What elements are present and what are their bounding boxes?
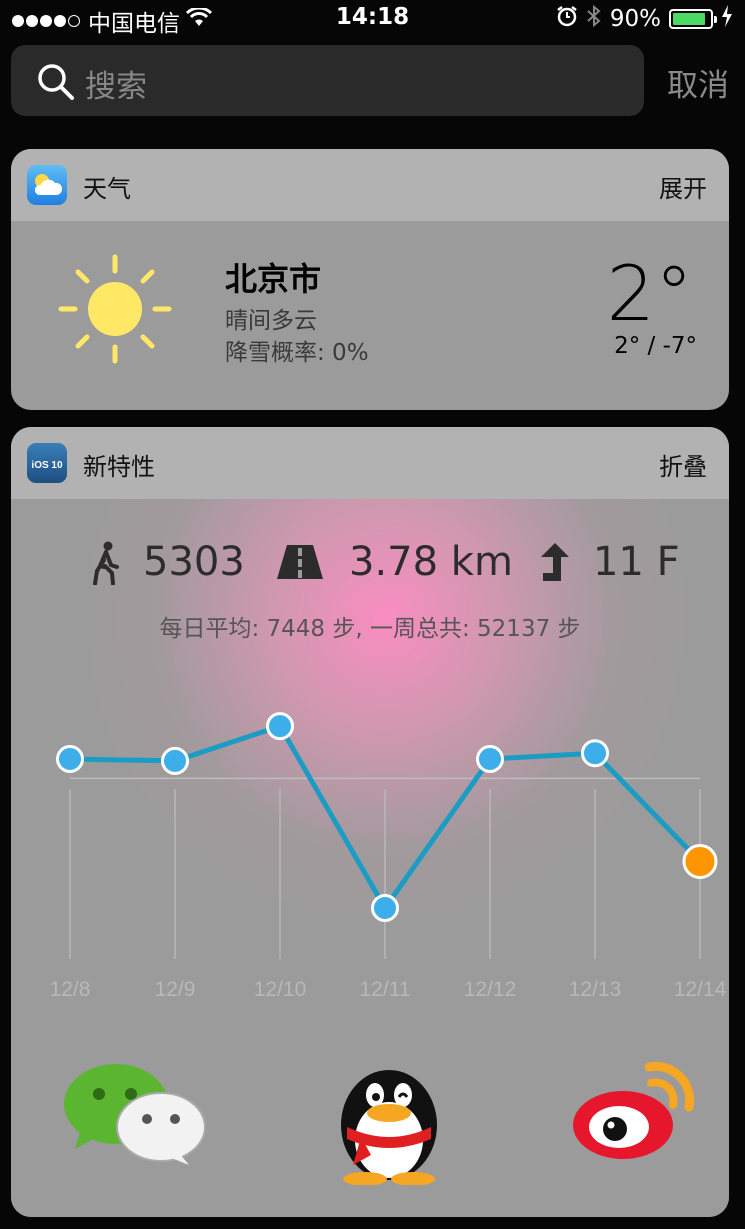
expand-button[interactable]: 展开: [659, 169, 707, 204]
walking-icon: [91, 541, 121, 589]
status-bar: 中国电信 14:18 90%: [0, 0, 745, 37]
chart-point: [476, 745, 504, 773]
search-bar[interactable]: 搜索: [11, 45, 644, 116]
features-widget-title: 新特性: [83, 453, 155, 481]
battery-percent: 90%: [609, 6, 661, 32]
alarm-icon: [556, 5, 578, 33]
chart-x-tick-label: 12/9: [155, 978, 196, 1001]
weibo-icon[interactable]: [571, 1059, 701, 1173]
wechat-icon[interactable]: [61, 1059, 211, 1173]
collapse-button[interactable]: 折叠: [659, 447, 707, 482]
distance-value: 3.78 km: [349, 539, 513, 585]
search-placeholder: 搜索: [85, 69, 147, 105]
stairs-arrow-icon: [541, 543, 569, 585]
cancel-button[interactable]: 取消: [667, 60, 729, 105]
steps-value: 5303: [143, 539, 245, 585]
app-shortcuts: [11, 1059, 729, 1189]
weather-widget[interactable]: 天气 展开 北京市 晴间多云 降雪概率: 0% 2° 2° / -7°: [11, 149, 729, 410]
weather-condition: 晴间多云: [225, 308, 317, 334]
chart-x-tick-label: 12/14: [674, 978, 727, 1001]
features-body[interactable]: 5303 3.78 km 11 F 每日平均: 7448 步, 一周总共: 52…: [11, 499, 729, 1217]
city-name: 北京市: [225, 260, 322, 298]
weather-app-icon: [27, 165, 67, 205]
current-temperature: 2°: [606, 249, 693, 338]
qq-icon[interactable]: [329, 1055, 449, 1189]
weather-widget-title: 天气: [83, 175, 131, 203]
sun-icon: [53, 251, 173, 375]
bluetooth-icon: [586, 4, 602, 34]
weather-body[interactable]: 北京市 晴间多云 降雪概率: 0% 2° 2° / -7°: [11, 221, 729, 410]
ios10-icon-text: iOS 10: [31, 460, 63, 471]
chart-x-tick-label: 12/13: [569, 978, 622, 1001]
chart-point: [371, 894, 399, 923]
charging-icon: [721, 5, 733, 33]
snow-chance: 降雪概率: 0%: [225, 340, 369, 366]
chart-x-tick-label: 12/11: [360, 978, 411, 1001]
chart-point: [266, 712, 294, 741]
status-right: 90%: [556, 4, 733, 34]
chart-point: [56, 745, 84, 773]
floors-value: 11 F: [593, 539, 680, 585]
weather-widget-header: 天气 展开: [11, 149, 729, 221]
temperature-range: 2° / -7°: [614, 333, 697, 359]
ios10-app-icon: iOS 10: [27, 443, 67, 483]
steps-summary: 每日平均: 7448 步, 一周总共: 52137 步: [159, 616, 581, 642]
chart-x-tick-label: 12/8: [50, 978, 91, 1001]
search-icon: [37, 63, 75, 105]
chart-x-tick-label: 12/12: [464, 978, 517, 1001]
battery-icon: [669, 9, 717, 29]
road-icon: [277, 545, 323, 583]
chart-point-highlight: [682, 843, 718, 879]
chart-x-tick-label: 12/10: [254, 978, 307, 1001]
features-widget-header: iOS 10 新特性 折叠: [11, 427, 729, 499]
chart-point: [581, 739, 609, 768]
features-widget[interactable]: iOS 10 新特性 折叠 5303 3.78 km 11 F 每日平均: 74…: [11, 427, 729, 1217]
chart-point: [161, 746, 189, 775]
stats-row: 5303 3.78 km 11 F: [11, 539, 729, 589]
steps-chart: 12/8 12/9 12/10 12/11 12/12 12/13 12/14: [50, 712, 727, 1001]
